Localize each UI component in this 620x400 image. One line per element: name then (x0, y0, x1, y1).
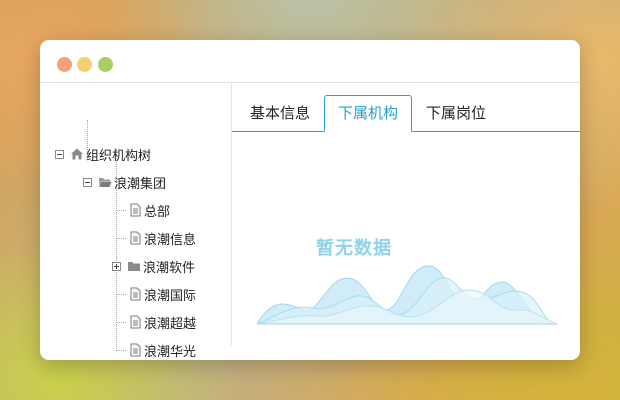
document-icon (130, 343, 141, 357)
tree-node-label: 浪潮软件 (143, 260, 196, 276)
tree-node-child[interactable]: 浪潮超越 (128, 312, 196, 332)
tab-basic-info[interactable]: 基本信息 (236, 95, 324, 131)
tree-node-child[interactable]: 浪潮华光 (128, 340, 196, 360)
maximize-button[interactable] (98, 57, 113, 72)
tree-connector (116, 238, 126, 239)
minimize-button[interactable] (77, 57, 92, 72)
tab-sub-positions[interactable]: 下属岗位 (412, 95, 500, 131)
tree-node-label: 总部 (144, 204, 171, 220)
tree-node-child[interactable]: 浪潮国际 (128, 284, 196, 304)
tab-sub-organizations[interactable]: 下属机构 (324, 95, 412, 132)
tree-node-child[interactable]: 浪潮信息 (128, 228, 196, 248)
document-icon (130, 231, 141, 245)
tree-node-root[interactable]: 组织机构树 (55, 144, 151, 164)
expand-toggle-icon[interactable] (112, 261, 121, 271)
org-tree-panel: 组织机构树 浪潮集团 总部 浪潮信息 浪潮软件 浪潮国际 浪潮超越 浪潮华光 (40, 83, 232, 360)
title-bar (40, 40, 580, 83)
tree-node-group[interactable]: 浪潮集团 (83, 172, 166, 192)
folder-icon (128, 262, 140, 271)
tab-bar: 基本信息 下属机构 下属岗位 (232, 83, 580, 132)
tree-node-label: 浪潮集团 (114, 176, 167, 192)
tree-connector (116, 210, 126, 211)
wave-chart-illustration (257, 265, 557, 325)
home-icon (71, 148, 83, 160)
tree-node-child[interactable]: 浪潮软件 (112, 256, 195, 276)
tree-node-label: 浪潮华光 (144, 344, 197, 360)
app-window: 组织机构树 浪潮集团 总部 浪潮信息 浪潮软件 浪潮国际 浪潮超越 浪潮华光 基… (40, 40, 580, 360)
tree-connector (116, 322, 126, 323)
document-icon (130, 203, 141, 217)
tree-node-child[interactable]: 总部 (128, 200, 170, 220)
tree-connector (116, 294, 126, 295)
collapse-toggle-icon[interactable] (83, 177, 92, 187)
tree-node-label: 浪潮超越 (144, 316, 197, 332)
tree-node-label: 浪潮国际 (144, 288, 197, 304)
detail-panel: 基本信息 下属机构 下属岗位 暂无数据 (232, 83, 580, 360)
tree-connector (116, 350, 126, 351)
tree-node-label: 组织机构树 (86, 148, 152, 164)
tree-node-label: 浪潮信息 (144, 232, 197, 248)
document-icon (130, 315, 141, 329)
empty-state-text: 暂无数据 (316, 238, 392, 259)
folder-open-icon (99, 178, 112, 187)
collapse-toggle-icon[interactable] (55, 149, 64, 159)
document-icon (130, 287, 141, 301)
close-button[interactable] (57, 57, 72, 72)
